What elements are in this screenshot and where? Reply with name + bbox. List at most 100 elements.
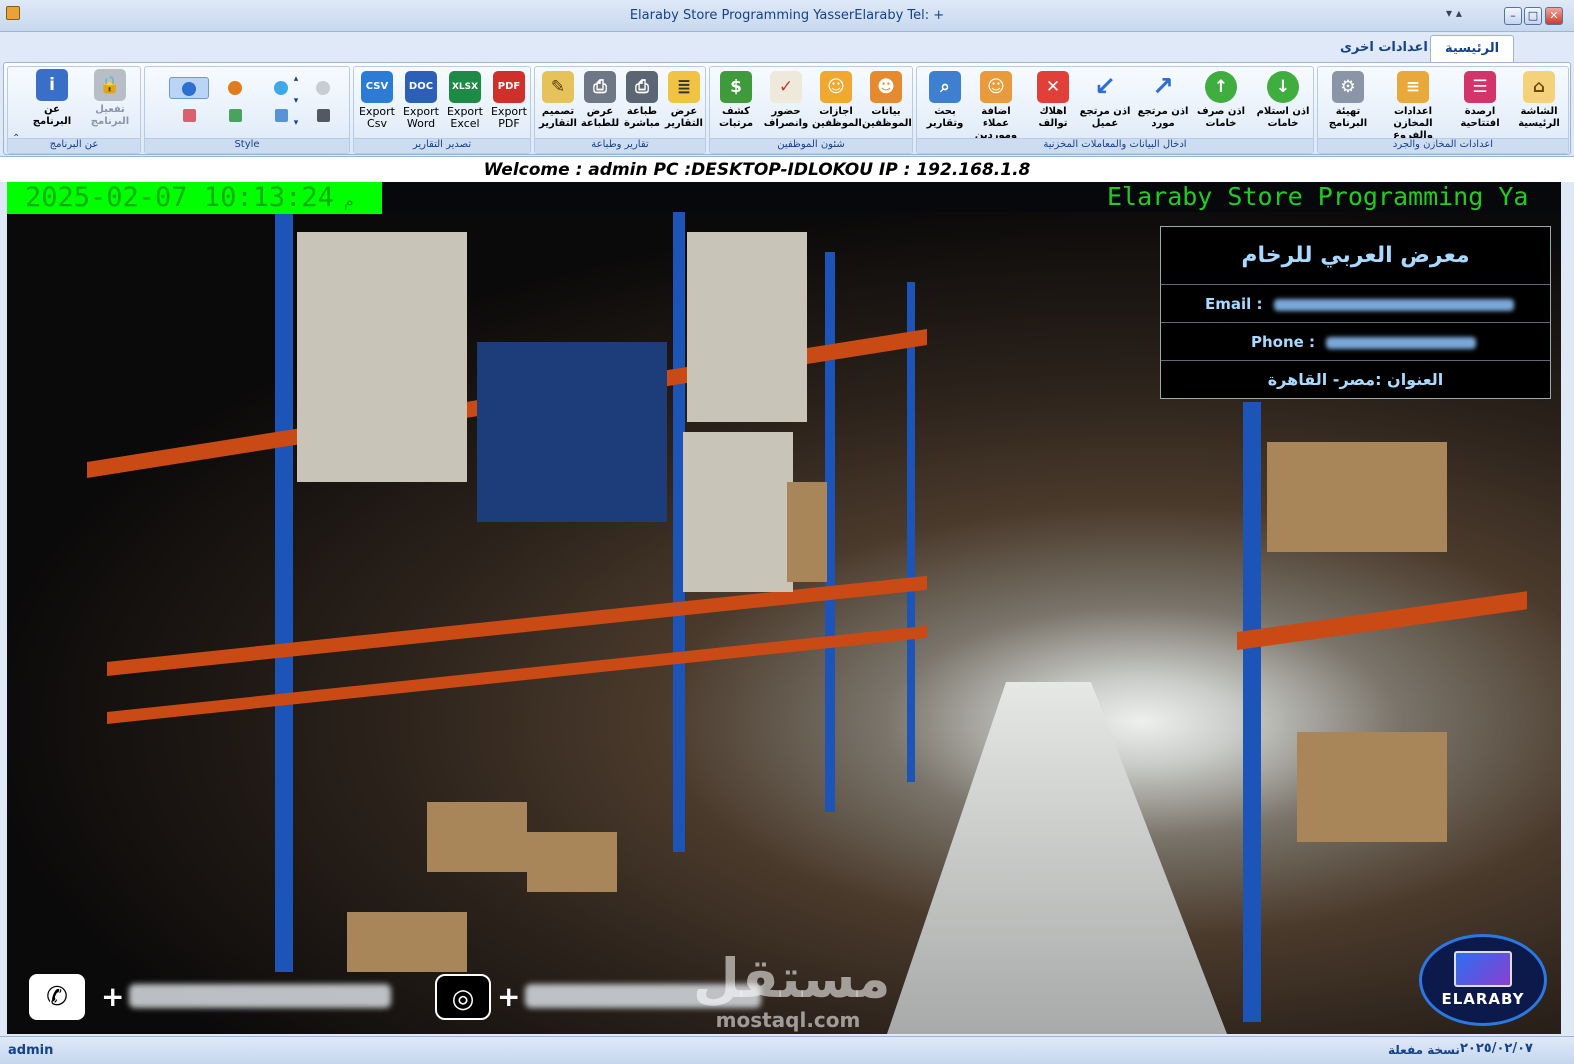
whatsapp-icon: ◎	[435, 974, 491, 1020]
style-dark-icon	[316, 109, 330, 122]
company-name: معرض العربي للرخام	[1161, 227, 1550, 285]
employee-data-button[interactable]: ☻ بيانات الموظفين	[862, 71, 912, 139]
clock-ampm: م	[343, 191, 354, 210]
app-icon[interactable]	[6, 6, 20, 20]
group-label-reports: تقارير وطباعة	[535, 138, 705, 153]
group-about: i عن البرنامج 🔒 تفعيل البرنامج عن البرنا…	[7, 66, 141, 154]
payroll-button[interactable]: $ كشف مرتبات	[712, 71, 760, 139]
receive-raw-button[interactable]: ↓ اذن استلام خامات	[1253, 71, 1313, 139]
digital-clock: 2025-02-07 10:13:24 م	[7, 182, 382, 214]
export-word-button[interactable]: DOC Export Word	[400, 71, 442, 139]
activate-button[interactable]: 🔒 تفعيل البرنامج	[82, 69, 138, 137]
ribbon-tabs: اعدادات اخرى الرئيسية ▤▾	[0, 32, 1574, 92]
group-employees: $ كشف مرتبات ✓ حضور وانصراف ☺ اجازات الم…	[709, 66, 913, 154]
style-metro[interactable]	[261, 77, 301, 99]
group-data-entry: ⌕ بحث وتقارير ☺ اضافة عملاء وموردين ✕ اه…	[916, 66, 1314, 154]
home-icon: ⌂	[1523, 71, 1555, 103]
export-csv-button[interactable]: CSV Export Csv	[356, 71, 398, 139]
scrolling-marquee: Elaraby Store Programming Ya	[1107, 182, 1529, 211]
issue-raw-button[interactable]: ↑ اذن صرف خامات	[1193, 71, 1249, 139]
home-screen-button[interactable]: ⌂ الشاشة الرئيسية	[1510, 71, 1568, 139]
lock-icon: 🔒	[94, 69, 126, 101]
style-silver[interactable]	[303, 77, 343, 99]
direct-print-button[interactable]: ⎙ طباعة مباشرة	[621, 71, 663, 139]
style-green[interactable]	[215, 105, 255, 127]
style-red[interactable]	[169, 105, 209, 127]
style-sky-icon	[274, 109, 288, 122]
close-button[interactable]: ✕	[1545, 7, 1563, 25]
design-pen-icon: ✎	[542, 71, 574, 103]
add-customers-suppliers-button[interactable]: ☺ اضافة عملاء وموردين	[967, 71, 1025, 141]
status-date: ٢٠٢٥/٠٢/٠٧	[1460, 1041, 1533, 1056]
phone-number-blurred	[129, 984, 391, 1008]
clipboard-report-icon: ≣	[668, 71, 700, 103]
style-office[interactable]	[215, 77, 255, 99]
supplier-return-button[interactable]: ↗ اذن مرتجع مورد	[1135, 71, 1191, 139]
arrow-down-circle-icon: ↓	[1267, 71, 1299, 103]
status-bar: admin نسخة مفعلة ٢٠٢٥/٠٢/٠٧	[0, 1036, 1574, 1064]
group-label-about: عن البرنامج	[8, 138, 140, 153]
title-bar: Elaraby Store Programming YasserElaraby …	[0, 0, 1574, 32]
opening-balance-button[interactable]: ☰ ارصدة افتتاحية	[1452, 71, 1508, 139]
whatsapp-plus: +	[497, 980, 521, 1013]
arrow-up-right-icon: ↗	[1152, 72, 1174, 102]
xlsx-icon: XLSX	[449, 71, 481, 103]
pdf-icon: PDF	[493, 71, 525, 103]
style-green-icon	[228, 109, 242, 122]
group-reports: ✎ تصميم التقارير ⎙ عرض للطباعة ⎙ طباعة م…	[534, 66, 706, 154]
design-reports-button[interactable]: ✎ تصميم التقارير	[537, 71, 579, 139]
damage-button[interactable]: ✕ اهلاك توالف	[1027, 71, 1079, 139]
laptop-circuit-icon	[1454, 951, 1512, 987]
address-row: العنوان :مصر- القاهرة	[1267, 370, 1444, 389]
phone-label: Phone :	[1251, 333, 1316, 351]
export-excel-button[interactable]: XLSX Export Excel	[444, 71, 486, 139]
minimize-button[interactable]: –	[1504, 7, 1522, 25]
about-button[interactable]: i عن البرنامج	[24, 69, 80, 137]
money-icon: $	[720, 71, 752, 103]
employee-leave-icon: ☺	[820, 71, 852, 103]
print-preview-button[interactable]: ⎙ عرض للطباعة	[579, 71, 621, 139]
export-pdf-button[interactable]: PDF Export PDF	[488, 71, 530, 139]
style-dark[interactable]	[303, 105, 343, 127]
status-user: admin	[8, 1043, 54, 1058]
style-metro-icon	[274, 81, 288, 95]
style-blue[interactable]	[169, 77, 209, 99]
employee-leaves-button[interactable]: ☺ اجازات الموظفين	[812, 71, 862, 139]
phone-call-icon: ✆	[29, 974, 85, 1020]
search-report-icon: ⌕	[929, 71, 961, 103]
employees-group-icon: ☻	[870, 71, 902, 103]
arrow-down-left-icon: ↙	[1094, 72, 1116, 102]
collapse-ribbon-icon[interactable]: ⌃	[12, 133, 20, 144]
tab-other-settings[interactable]: اعدادات اخرى	[1326, 35, 1442, 62]
style-office-icon	[228, 81, 242, 95]
elaraby-logo: ELARABY	[1419, 934, 1547, 1026]
phone-row: Phone :	[1161, 323, 1550, 361]
clock-datetime: 2025-02-07 10:13:24	[25, 182, 334, 213]
group-label-data-entry: ادخال البيانات والمعاملات المخزنية	[917, 138, 1313, 153]
maximize-button[interactable]: □	[1524, 7, 1542, 25]
program-setup-button[interactable]: ⚙ تهيئة البرنامج	[1320, 71, 1376, 139]
print-direct-icon: ⎙	[626, 71, 658, 103]
group-style: ▴ ▾ ▾ Style	[144, 66, 350, 154]
quick-access-icon[interactable]: ▾ ▴	[1446, 6, 1482, 22]
email-label: Email :	[1205, 295, 1263, 313]
arrow-up-circle-icon: ↑	[1205, 71, 1237, 103]
tab-home[interactable]: الرئيسية	[1430, 35, 1515, 62]
stores-settings-button[interactable]: ≡ اعدادات المخازن والفروع	[1376, 71, 1450, 141]
gears-icon: ⚙	[1332, 71, 1364, 103]
group-label-style: Style	[145, 138, 349, 153]
view-reports-button[interactable]: ≣ عرض التقارير	[663, 71, 705, 139]
csv-icon: CSV	[361, 71, 393, 103]
search-reports-button[interactable]: ⌕ بحث وتقارير	[919, 71, 971, 139]
group-label-export: تصدير التقارير	[354, 138, 530, 153]
style-sky[interactable]	[261, 105, 301, 127]
group-export: CSV Export Csv DOC Export Word XLSX Expo…	[353, 66, 531, 154]
mostaql-watermark: مستقل mostaql.com	[693, 947, 891, 1033]
printer-icon: ⎙	[584, 71, 616, 103]
phone-value-blurred	[1326, 336, 1477, 349]
customer-return-button[interactable]: ↙ اذن مرتجع عميل	[1077, 71, 1133, 139]
style-blue-icon	[182, 82, 196, 96]
checklist-icon: ✓	[770, 71, 802, 103]
email-row: Email :	[1161, 285, 1550, 323]
attendance-button[interactable]: ✓ حضور وانصراف	[762, 71, 810, 139]
